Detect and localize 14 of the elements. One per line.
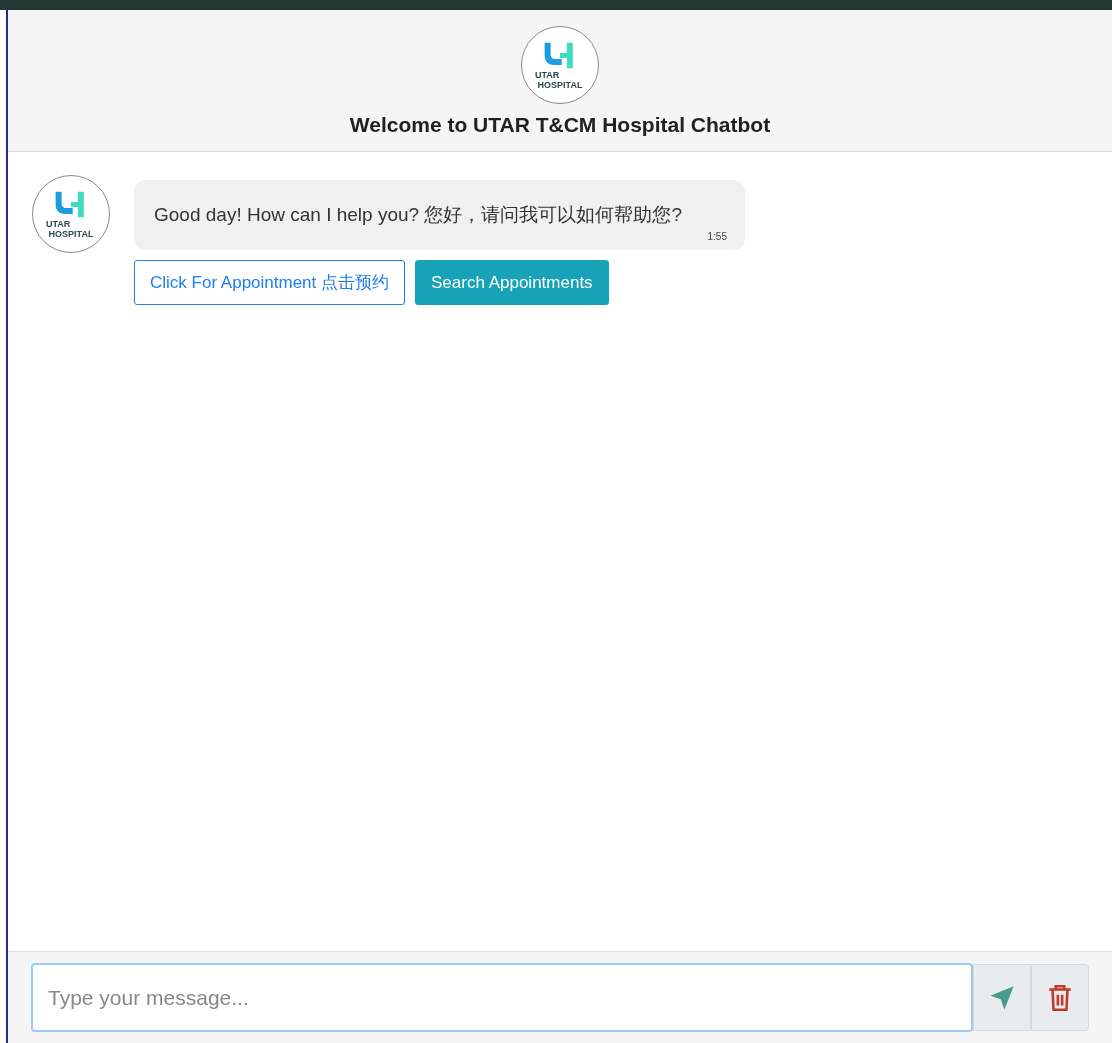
logo-text: UTAR — [46, 218, 71, 229]
chat-title: Welcome to UTAR T&CM Hospital Chatbot — [349, 112, 771, 138]
send-icon — [988, 983, 1016, 1012]
delete-button[interactable] — [1031, 964, 1089, 1031]
message-text: Good day! How can I help you? 您好，请问我可以如何帮助您? — [154, 203, 683, 227]
trash-icon — [1047, 982, 1073, 1013]
chat-option-button[interactable]: Search Appointments — [415, 260, 609, 305]
logo-text: HOSPITAL — [48, 228, 94, 239]
chat-option-button[interactable]: Click For Appointment 点击预约 — [134, 260, 405, 305]
message-time: 1:55 — [707, 230, 727, 244]
logo-text: HOSPITAL — [537, 79, 583, 90]
message-input[interactable]: Type your message... — [31, 963, 973, 1032]
send-button[interactable] — [973, 964, 1031, 1031]
logo-text: UTAR — [535, 69, 560, 80]
